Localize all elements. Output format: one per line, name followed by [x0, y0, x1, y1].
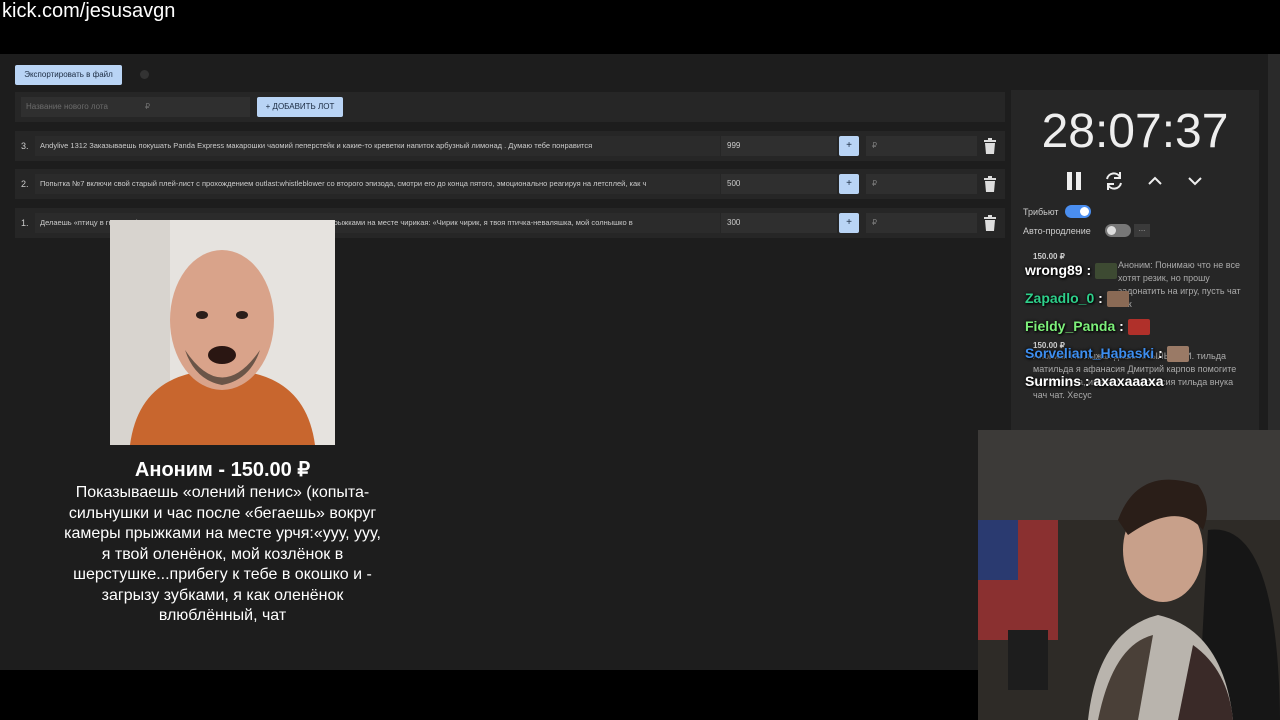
chat-username: Sorveliant_Habaski — [1025, 345, 1155, 361]
scrollbar[interactable] — [1268, 54, 1280, 430]
new-lot-name-input[interactable]: Название нового лота — [21, 97, 141, 117]
pause-icon[interactable] — [1063, 170, 1085, 192]
face-emote-icon — [1166, 346, 1189, 363]
auto-extend-toggle[interactable] — [1105, 224, 1131, 237]
lot-amount-field[interactable]: 500 — [721, 174, 837, 194]
tribute-toggle[interactable] — [1065, 205, 1091, 218]
chat-username: Zapadlo_0 — [1025, 290, 1095, 306]
lot-extra-amount-input[interactable]: ₽ — [866, 174, 977, 194]
auto-extend-label: Авто-продление — [1023, 226, 1091, 236]
chat-message: Surmins : ахахаааха — [1025, 373, 1164, 389]
lot-amount-field[interactable]: 999 — [721, 136, 837, 156]
chat-overlay: wrong89 : Zapadlo_0 : Fieldy_Panda : Sor… — [1020, 258, 1250, 398]
trash-icon[interactable] — [983, 215, 997, 231]
add-lot-button[interactable]: + ДОБАВИТЬ ЛОТ — [257, 97, 343, 117]
alert-message: Показываешь «олений пенис» (копыта-сильн… — [64, 484, 381, 624]
chat-username: wrong89 — [1025, 262, 1083, 278]
lot-number: 2. — [21, 179, 29, 189]
chat-username: Surmins — [1025, 373, 1082, 389]
red-face-emote-icon — [1127, 319, 1150, 336]
chat-message: wrong89 : — [1025, 262, 1118, 280]
stream-url: kick.com/jesusavgn — [2, 0, 176, 22]
alert-image — [110, 220, 335, 445]
lot-extra-amount-input[interactable]: ₽ — [866, 136, 977, 156]
trash-icon[interactable] — [983, 138, 997, 154]
camo-emote-icon — [1095, 263, 1118, 280]
face-emote-icon — [1106, 291, 1129, 308]
chat-text: ахахаааха — [1093, 373, 1164, 389]
lot-add-amount-button[interactable]: + — [839, 213, 859, 233]
export-button[interactable]: Экспортировать в файл — [15, 65, 122, 85]
lot-add-amount-button[interactable]: + — [839, 174, 859, 194]
status-dot — [140, 70, 149, 79]
countdown-timer: 28:07:37 — [1041, 105, 1229, 158]
lot-extra-amount-input[interactable]: ₽ — [866, 213, 977, 233]
lot-row: 3. Andylive 1312 Заказываешь покушать Pa… — [15, 131, 1005, 161]
auto-extend-more-button[interactable]: ... — [1134, 224, 1150, 237]
chat-username: Fieldy_Panda — [1025, 318, 1116, 334]
lot-number: 1. — [21, 218, 29, 228]
trash-icon[interactable] — [983, 176, 997, 192]
lot-row: 2. Попытка №7 включи свой старый плей-ли… — [15, 169, 1005, 199]
refresh-icon[interactable] — [1103, 170, 1125, 192]
lot-number: 3. — [21, 141, 29, 151]
chat-message: Sorveliant_Habaski : — [1025, 345, 1189, 363]
webcam-feed — [978, 430, 1280, 720]
lot-amount-field[interactable]: 300 — [721, 213, 837, 233]
chevron-down-icon[interactable] — [1184, 170, 1206, 192]
alert-title: Аноним - 150.00 ₽ — [134, 459, 311, 481]
lot-name-field[interactable]: Andylive 1312 Заказываешь покушать Panda… — [35, 136, 720, 156]
lot-name-field[interactable]: Попытка №7 включи свой старый плей-лист … — [35, 174, 720, 194]
chevron-up-icon[interactable] — [1144, 170, 1166, 192]
chat-message: Zapadlo_0 : — [1025, 290, 1129, 308]
tribute-label: Трибьют — [1023, 207, 1059, 217]
lot-add-amount-button[interactable]: + — [839, 136, 859, 156]
new-lot-price-input[interactable]: ₽ — [140, 97, 250, 117]
chat-message: Fieldy_Panda : — [1025, 318, 1150, 336]
